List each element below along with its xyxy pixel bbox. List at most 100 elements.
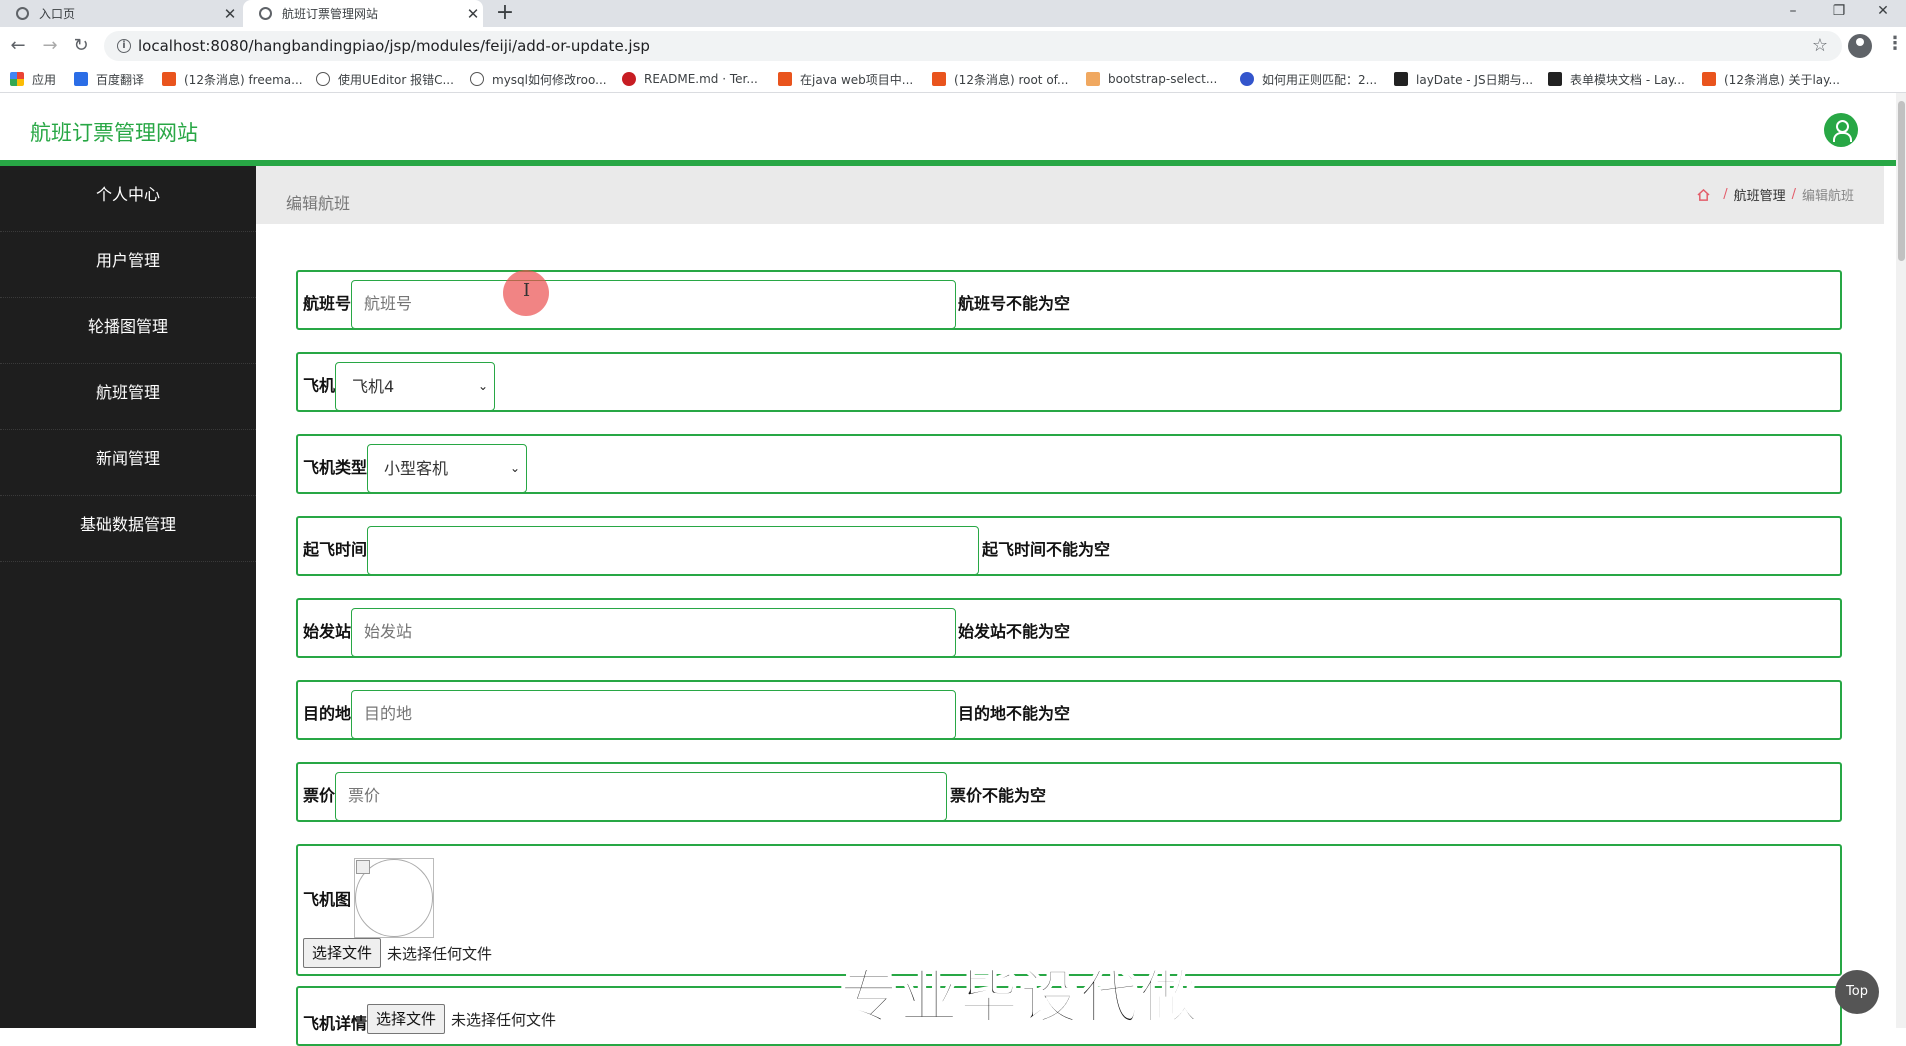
- destination-input[interactable]: [351, 690, 956, 739]
- browser-menu-icon[interactable]: ⋮: [1886, 33, 1904, 54]
- bookmark-label: (12条消息) 关于lay...: [1724, 72, 1840, 87]
- plane-select[interactable]: 飞机4 ⌄: [335, 362, 495, 411]
- site-title[interactable]: 航班订票管理网站: [30, 117, 198, 147]
- minimize-icon[interactable]: –: [1770, 0, 1816, 27]
- scrollbar-thumb[interactable]: [1898, 101, 1905, 261]
- bookmark-label: (12条消息) root of...: [954, 72, 1069, 87]
- browser-toolbar: ← → ↻ i localhost:8080/hangbandingpiao/j…: [0, 27, 1906, 65]
- forward-icon[interactable]: →: [37, 33, 63, 59]
- breadcrumb-current: 编辑航班: [1801, 189, 1854, 204]
- bookmark-item[interactable]: (12条消息) root of...: [932, 69, 1068, 89]
- home-icon[interactable]: [1697, 188, 1710, 201]
- plane-detail-file-button[interactable]: 选择文件: [367, 1004, 446, 1034]
- bookmark-item[interactable]: 在java web项目中...: [778, 69, 913, 89]
- flight-no-error: 航班号不能为空: [958, 294, 1071, 313]
- bookmark-apps[interactable]: 应用: [10, 69, 56, 89]
- bookmark-item[interactable]: mysql如何修改roo...: [470, 69, 607, 89]
- info-icon[interactable]: i: [117, 39, 131, 53]
- main-content: 编辑航班 / 航班管理 / 编辑航班 航班号 航班号不能为空 飞机 飞机4 ⌄ …: [256, 166, 1896, 1046]
- plane-image-file-status: 未选择任何文件: [387, 945, 493, 963]
- new-tab-button[interactable]: +: [494, 0, 516, 27]
- layui-icon: [1548, 72, 1562, 86]
- bookmark-item[interactable]: bootstrap-select...: [1086, 69, 1217, 89]
- browser-tab-active[interactable]: 航班订票管理网站 ✕: [243, 0, 483, 27]
- title-bar: 编辑航班 / 航班管理 / 编辑航班: [256, 166, 1884, 224]
- bookmark-label: layDate - JS日期与...: [1416, 72, 1534, 87]
- form-row-takeoff-time: 起飞时间 起飞时间不能为空: [296, 516, 1842, 576]
- bookmark-item[interactable]: (12条消息) freema...: [162, 69, 303, 89]
- bookmark-item[interactable]: 表单模块文档 - Lay...: [1548, 69, 1685, 89]
- csdn-icon: [1702, 72, 1716, 86]
- csdn-icon: [162, 72, 176, 86]
- bookmark-label: 百度翻译: [96, 72, 145, 87]
- sidebar-item-users[interactable]: 用户管理: [0, 232, 256, 298]
- form-row-price: 票价 票价不能为空: [296, 762, 1842, 822]
- close-icon[interactable]: ✕: [220, 5, 240, 23]
- address-bar[interactable]: i localhost:8080/hangbandingpiao/jsp/mod…: [104, 31, 1842, 61]
- close-icon[interactable]: ✕: [463, 5, 483, 23]
- destination-error: 目的地不能为空: [958, 704, 1071, 723]
- form-row-plane-type: 飞机类型 小型客机 ⌄: [296, 434, 1842, 494]
- sidebar-item-news[interactable]: 新闻管理: [0, 430, 256, 496]
- plane-type-select[interactable]: 小型客机 ⌄: [367, 444, 527, 493]
- user-avatar-icon[interactable]: [1824, 113, 1858, 147]
- bookmarks-bar: 应用 百度翻译 (12条消息) freema... 使用UEditor 报错C.…: [0, 65, 1906, 93]
- bookmark-label: README.md · Ter...: [644, 72, 758, 86]
- back-icon[interactable]: ←: [5, 33, 31, 59]
- takeoff-time-input[interactable]: [367, 526, 979, 575]
- price-error: 票价不能为空: [950, 786, 1047, 805]
- plane-image-file-button[interactable]: 选择文件: [303, 938, 382, 968]
- chevron-down-icon: ⌄: [509, 461, 520, 475]
- bookmark-item[interactable]: 使用UEditor 报错C...: [316, 69, 454, 89]
- site-icon: [259, 7, 272, 20]
- breadcrumb-flight-mgmt[interactable]: 航班管理: [1734, 185, 1786, 204]
- bookmark-item[interactable]: 百度翻译: [74, 69, 144, 89]
- app-header: 航班订票管理网站: [0, 93, 1906, 163]
- globe-icon: [16, 7, 29, 20]
- price-input[interactable]: [335, 772, 947, 821]
- takeoff-time-label: 起飞时间: [303, 540, 368, 559]
- page-title: 编辑航班: [286, 194, 351, 213]
- broken-image-icon: [356, 860, 370, 874]
- origin-input[interactable]: [351, 608, 956, 657]
- price-label: 票价: [303, 786, 336, 805]
- watermark-text: 专业毕设代做: [839, 962, 1201, 1032]
- browser-tab-bar: 入口页 ✕ 航班订票管理网站 ✕ + – ❐ ✕: [0, 0, 1906, 27]
- flight-no-input[interactable]: [351, 280, 956, 329]
- sidebar-item-flights[interactable]: 航班管理: [0, 364, 256, 430]
- browser-tab-entry[interactable]: 入口页 ✕: [0, 0, 240, 27]
- page-scrollbar[interactable]: [1896, 93, 1906, 1028]
- plane-type-label: 飞机类型: [303, 458, 368, 477]
- baidu-icon: [1240, 72, 1254, 86]
- sidebar-item-carousel[interactable]: 轮播图管理: [0, 298, 256, 364]
- plane-detail-label: 飞机详情: [303, 1014, 368, 1033]
- bookmark-label: 如何用正则匹配：2...: [1262, 72, 1378, 87]
- page-icon: [470, 72, 484, 86]
- sidebar-item-profile[interactable]: 个人中心: [0, 166, 256, 232]
- url-text[interactable]: localhost:8080/hangbandingpiao/jsp/modul…: [138, 37, 650, 55]
- gitee-icon: [622, 72, 636, 86]
- sidebar-item-basic-data[interactable]: 基础数据管理: [0, 496, 256, 562]
- reload-icon[interactable]: ↻: [68, 33, 94, 59]
- bookmark-item[interactable]: README.md · Ter...: [622, 69, 758, 89]
- form-row-destination: 目的地 目的地不能为空: [296, 680, 1842, 740]
- bookmark-label: mysql如何修改roo...: [492, 72, 607, 87]
- form-row-origin: 始发站 始发站不能为空: [296, 598, 1842, 658]
- bookmark-label: 表单模块文档 - Lay...: [1570, 72, 1685, 87]
- window-close-icon[interactable]: ✕: [1860, 0, 1906, 27]
- plane-type-selected-value: 小型客机: [384, 459, 449, 478]
- restore-icon[interactable]: ❐: [1816, 0, 1862, 27]
- back-to-top-button[interactable]: Top: [1835, 970, 1879, 1014]
- translate-icon: [74, 72, 88, 86]
- plane-image-label: 飞机图: [303, 890, 352, 909]
- breadcrumb: / 航班管理 / 编辑航班: [1697, 185, 1854, 204]
- bookmark-item[interactable]: 如何用正则匹配：2...: [1240, 69, 1377, 89]
- bookmark-item[interactable]: (12条消息) 关于lay...: [1702, 69, 1840, 89]
- profile-icon[interactable]: [1848, 34, 1872, 58]
- form-row-plane: 飞机 飞机4 ⌄: [296, 352, 1842, 412]
- jianshu-icon: [1086, 72, 1100, 86]
- breadcrumb-separator: /: [1791, 187, 1796, 202]
- tab-label: 入口页: [39, 7, 76, 21]
- bookmark-star-icon[interactable]: ☆: [1812, 35, 1828, 56]
- bookmark-item[interactable]: layDate - JS日期与...: [1394, 69, 1533, 89]
